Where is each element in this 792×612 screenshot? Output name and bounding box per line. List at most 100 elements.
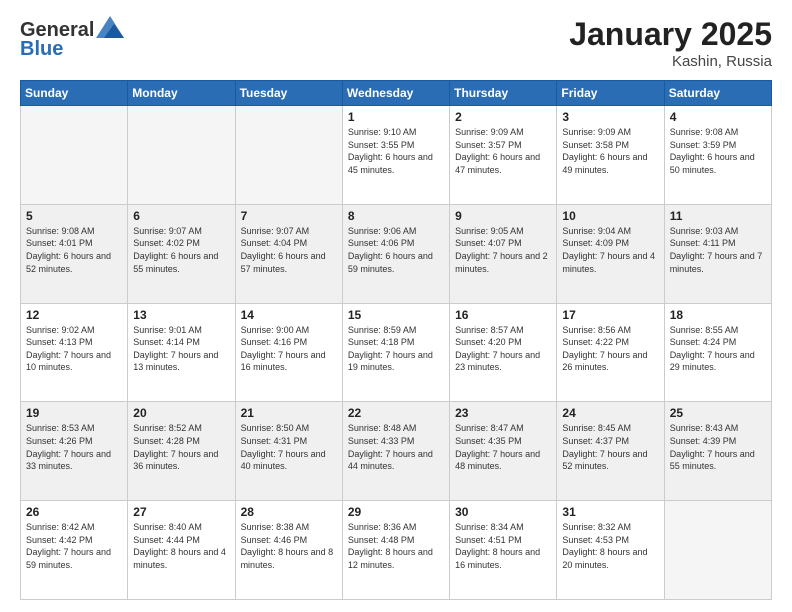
day-number: 20 bbox=[133, 406, 229, 420]
table-row: 23 Sunrise: 8:47 AM Sunset: 4:35 PM Dayli… bbox=[450, 402, 557, 501]
calendar-header-row: Sunday Monday Tuesday Wednesday Thursday… bbox=[21, 81, 772, 106]
header-thursday: Thursday bbox=[450, 81, 557, 106]
day-number: 18 bbox=[670, 308, 766, 322]
day-info: Sunrise: 9:09 AM Sunset: 3:58 PM Dayligh… bbox=[562, 126, 658, 176]
table-row: 20 Sunrise: 8:52 AM Sunset: 4:28 PM Dayli… bbox=[128, 402, 235, 501]
title-location: Kashin, Russia bbox=[569, 53, 772, 70]
table-row bbox=[128, 106, 235, 205]
day-info: Sunrise: 9:00 AM Sunset: 4:16 PM Dayligh… bbox=[241, 324, 337, 374]
calendar-week-row: 12 Sunrise: 9:02 AM Sunset: 4:13 PM Dayli… bbox=[21, 303, 772, 402]
day-number: 29 bbox=[348, 505, 444, 519]
table-row: 16 Sunrise: 8:57 AM Sunset: 4:20 PM Dayli… bbox=[450, 303, 557, 402]
day-number: 23 bbox=[455, 406, 551, 420]
day-number: 8 bbox=[348, 209, 444, 223]
day-info: Sunrise: 9:02 AM Sunset: 4:13 PM Dayligh… bbox=[26, 324, 122, 374]
header-wednesday: Wednesday bbox=[342, 81, 449, 106]
table-row: 17 Sunrise: 8:56 AM Sunset: 4:22 PM Dayli… bbox=[557, 303, 664, 402]
day-info: Sunrise: 8:43 AM Sunset: 4:39 PM Dayligh… bbox=[670, 422, 766, 472]
day-info: Sunrise: 8:52 AM Sunset: 4:28 PM Dayligh… bbox=[133, 422, 229, 472]
day-number: 15 bbox=[348, 308, 444, 322]
day-number: 30 bbox=[455, 505, 551, 519]
day-number: 11 bbox=[670, 209, 766, 223]
day-number: 17 bbox=[562, 308, 658, 322]
header-saturday: Saturday bbox=[664, 81, 771, 106]
table-row: 12 Sunrise: 9:02 AM Sunset: 4:13 PM Dayli… bbox=[21, 303, 128, 402]
table-row bbox=[21, 106, 128, 205]
table-row: 21Sunrise: 8:50 AM Sunset: 4:31 PM Dayli… bbox=[235, 402, 342, 501]
table-row: 15 Sunrise: 8:59 AM Sunset: 4:18 PM Dayli… bbox=[342, 303, 449, 402]
table-row bbox=[664, 501, 771, 600]
table-row: 31Sunrise: 8:32 AM Sunset: 4:53 PM Dayli… bbox=[557, 501, 664, 600]
day-number: 10 bbox=[562, 209, 658, 223]
table-row bbox=[235, 106, 342, 205]
table-row: 2 Sunrise: 9:09 AM Sunset: 3:57 PM Daylig… bbox=[450, 106, 557, 205]
table-row: 1 Sunrise: 9:10 AM Sunset: 3:55 PM Daylig… bbox=[342, 106, 449, 205]
day-info: Sunrise: 8:57 AM Sunset: 4:20 PM Dayligh… bbox=[455, 324, 551, 374]
table-row: 4 Sunrise: 9:08 AM Sunset: 3:59 PM Daylig… bbox=[664, 106, 771, 205]
header-sunday: Sunday bbox=[21, 81, 128, 106]
table-row: 5 Sunrise: 9:08 AM Sunset: 4:01 PM Daylig… bbox=[21, 204, 128, 303]
day-number: 2 bbox=[455, 110, 551, 124]
table-row: 30 Sunrise: 8:34 AM Sunset: 4:51 PM Dayli… bbox=[450, 501, 557, 600]
day-number: 27 bbox=[133, 505, 229, 519]
day-number: 6 bbox=[133, 209, 229, 223]
day-number: 9 bbox=[455, 209, 551, 223]
day-number: 25 bbox=[670, 406, 766, 420]
day-number: 3 bbox=[562, 110, 658, 124]
day-number: 16 bbox=[455, 308, 551, 322]
table-row: 11 Sunrise: 9:03 AM Sunset: 4:11 PM Dayli… bbox=[664, 204, 771, 303]
day-info: Sunrise: 9:07 AM Sunset: 4:02 PM Dayligh… bbox=[133, 225, 229, 275]
day-info: Sunrise: 8:42 AM Sunset: 4:42 PM Dayligh… bbox=[26, 521, 122, 571]
day-number: 12 bbox=[26, 308, 122, 322]
day-number: 4 bbox=[670, 110, 766, 124]
day-info: Sunrise: 8:34 AM Sunset: 4:51 PM Dayligh… bbox=[455, 521, 551, 571]
table-row: 25 Sunrise: 8:43 AM Sunset: 4:39 PM Dayli… bbox=[664, 402, 771, 501]
day-info: Sunrise: 8:53 AM Sunset: 4:26 PM Dayligh… bbox=[26, 422, 122, 472]
day-number: 24 bbox=[562, 406, 658, 420]
table-row: 27Sunrise: 8:40 AM Sunset: 4:44 PM Dayli… bbox=[128, 501, 235, 600]
day-number: 13 bbox=[133, 308, 229, 322]
day-info: Sunrise: 8:55 AM Sunset: 4:24 PM Dayligh… bbox=[670, 324, 766, 374]
day-number: 31 bbox=[562, 505, 658, 519]
day-info: Sunrise: 9:05 AM Sunset: 4:07 PM Dayligh… bbox=[455, 225, 551, 275]
header: General Blue January 2025 Kashin, Russia bbox=[20, 16, 772, 70]
title-block: January 2025 Kashin, Russia bbox=[569, 16, 772, 70]
table-row: 18 Sunrise: 8:55 AM Sunset: 4:24 PM Dayli… bbox=[664, 303, 771, 402]
day-info: Sunrise: 8:56 AM Sunset: 4:22 PM Dayligh… bbox=[562, 324, 658, 374]
header-friday: Friday bbox=[557, 81, 664, 106]
day-number: 5 bbox=[26, 209, 122, 223]
day-info: Sunrise: 9:10 AM Sunset: 3:55 PM Dayligh… bbox=[348, 126, 444, 176]
day-info: Sunrise: 9:09 AM Sunset: 3:57 PM Dayligh… bbox=[455, 126, 551, 176]
day-info: Sunrise: 9:06 AM Sunset: 4:06 PM Dayligh… bbox=[348, 225, 444, 275]
day-info: Sunrise: 8:38 AM Sunset: 4:46 PM Dayligh… bbox=[241, 521, 337, 571]
day-info: Sunrise: 9:03 AM Sunset: 4:11 PM Dayligh… bbox=[670, 225, 766, 275]
table-row: 10 Sunrise: 9:04 AM Sunset: 4:09 PM Dayli… bbox=[557, 204, 664, 303]
day-number: 7 bbox=[241, 209, 337, 223]
calendar-week-row: 5 Sunrise: 9:08 AM Sunset: 4:01 PM Daylig… bbox=[21, 204, 772, 303]
logo-general-text: General bbox=[20, 20, 94, 40]
day-number: 28 bbox=[241, 505, 337, 519]
day-number: 22 bbox=[348, 406, 444, 420]
calendar-week-row: 26 Sunrise: 8:42 AM Sunset: 4:42 PM Dayli… bbox=[21, 501, 772, 600]
table-row: 3 Sunrise: 9:09 AM Sunset: 3:58 PM Daylig… bbox=[557, 106, 664, 205]
table-row: 24Sunrise: 8:45 AM Sunset: 4:37 PM Dayli… bbox=[557, 402, 664, 501]
table-row: 28 Sunrise: 8:38 AM Sunset: 4:46 PM Dayli… bbox=[235, 501, 342, 600]
logo: General Blue bbox=[20, 16, 124, 61]
day-number: 26 bbox=[26, 505, 122, 519]
day-info: Sunrise: 9:08 AM Sunset: 3:59 PM Dayligh… bbox=[670, 126, 766, 176]
day-info: Sunrise: 8:47 AM Sunset: 4:35 PM Dayligh… bbox=[455, 422, 551, 472]
day-info: Sunrise: 8:59 AM Sunset: 4:18 PM Dayligh… bbox=[348, 324, 444, 374]
table-row: 7Sunrise: 9:07 AM Sunset: 4:04 PM Daylig… bbox=[235, 204, 342, 303]
table-row: 29Sunrise: 8:36 AM Sunset: 4:48 PM Dayli… bbox=[342, 501, 449, 600]
table-row: 6 Sunrise: 9:07 AM Sunset: 4:02 PM Daylig… bbox=[128, 204, 235, 303]
day-number: 21 bbox=[241, 406, 337, 420]
day-number: 1 bbox=[348, 110, 444, 124]
table-row: 9 Sunrise: 9:05 AM Sunset: 4:07 PM Daylig… bbox=[450, 204, 557, 303]
day-info: Sunrise: 9:08 AM Sunset: 4:01 PM Dayligh… bbox=[26, 225, 122, 275]
table-row: 26 Sunrise: 8:42 AM Sunset: 4:42 PM Dayli… bbox=[21, 501, 128, 600]
day-info: Sunrise: 9:04 AM Sunset: 4:09 PM Dayligh… bbox=[562, 225, 658, 275]
day-number: 19 bbox=[26, 406, 122, 420]
header-tuesday: Tuesday bbox=[235, 81, 342, 106]
day-info: Sunrise: 9:01 AM Sunset: 4:14 PM Dayligh… bbox=[133, 324, 229, 374]
page: General Blue January 2025 Kashin, Russia… bbox=[0, 0, 792, 612]
